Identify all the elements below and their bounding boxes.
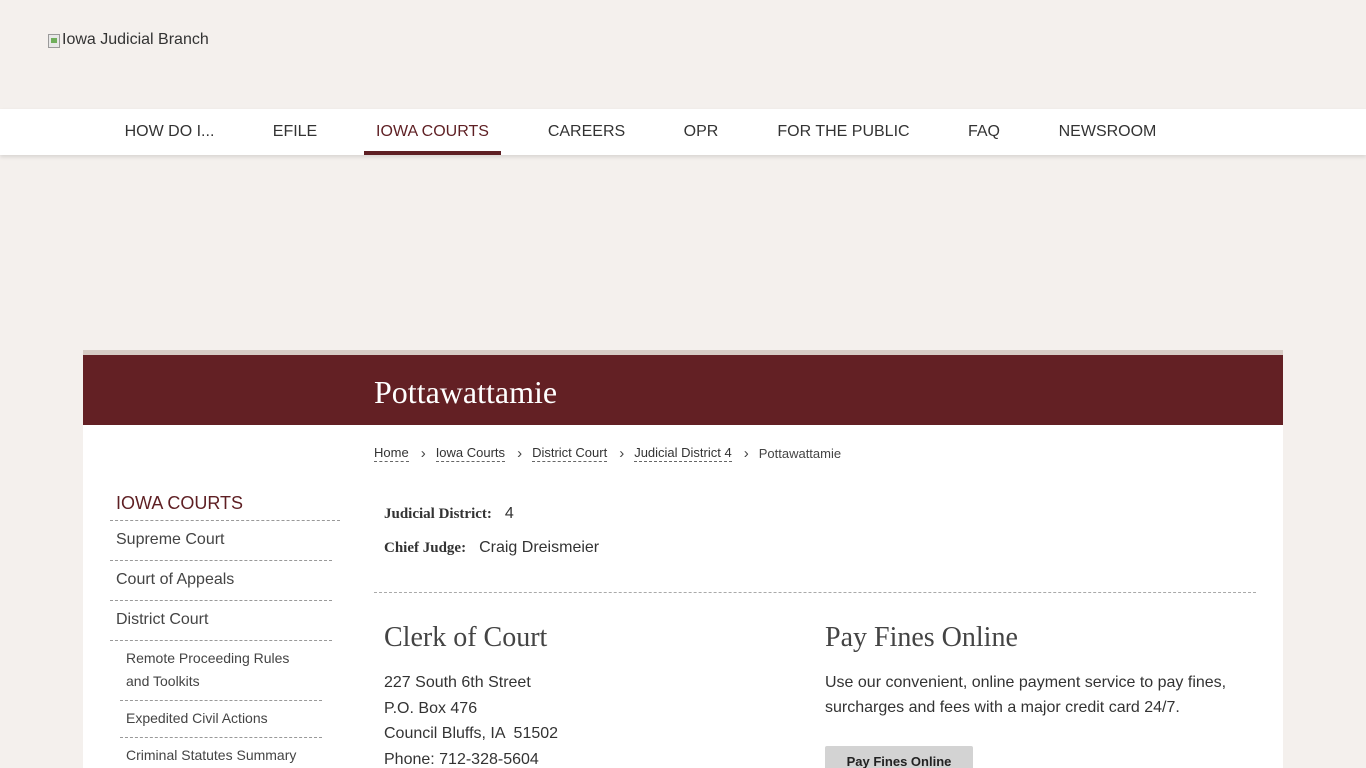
title-band: Pottawattamie — [83, 350, 1283, 425]
sidebar-item-supreme-court[interactable]: Supreme Court — [110, 521, 332, 561]
clerk-heading: Clerk of Court — [384, 622, 548, 653]
judicial-district-value: 4 — [504, 505, 514, 522]
chevron-right-icon: › — [517, 445, 523, 462]
nav-item-for-the-public[interactable]: FOR THE PUBLIC — [766, 109, 921, 155]
sidebar-subitem-expedited-civil[interactable]: Expedited Civil Actions — [120, 701, 322, 738]
judicial-district-row: Judicial District: 4 — [384, 505, 514, 523]
judicial-district-label: Judicial District: — [384, 506, 492, 522]
pay-fines-button[interactable]: Pay Fines Online — [825, 746, 973, 768]
chief-judge-value: Craig Dreismeier — [479, 539, 600, 556]
logo-alt-text: Iowa Judicial Branch — [62, 31, 209, 48]
page-title: Pottawattamie — [374, 374, 558, 410]
nav-item-newsroom[interactable]: NEWSROOM — [1047, 109, 1168, 155]
nav-item-opr[interactable]: OPR — [672, 109, 730, 155]
broken-image-icon — [48, 34, 60, 48]
nav-item-faq[interactable]: FAQ — [957, 109, 1011, 155]
site-logo[interactable]: Iowa Judicial Branch — [48, 31, 209, 49]
nav-item-iowa-courts[interactable]: IOWA COURTS — [364, 109, 501, 155]
nav-item-how-do-i[interactable]: HOW DO I... — [113, 109, 226, 155]
chevron-right-icon: › — [420, 445, 426, 462]
chevron-right-icon: › — [619, 445, 625, 462]
breadcrumb-district-court[interactable]: District Court — [532, 445, 608, 462]
address-line: 227 South 6th Street — [384, 674, 531, 691]
pay-fines-heading: Pay Fines Online — [825, 622, 1018, 653]
sidebar-heading[interactable]: IOWA COURTS — [110, 490, 340, 521]
sidebar-subitem-criminal-statutes[interactable]: Criminal Statutes Summary — [120, 738, 322, 768]
breadcrumb-home[interactable]: Home — [374, 445, 409, 462]
nav-item-careers[interactable]: CAREERS — [537, 109, 636, 155]
pay-fines-description: Use our convenient, online payment servi… — [825, 674, 1227, 716]
sidebar-item-district-court[interactable]: District Court — [110, 601, 332, 641]
breadcrumb: Home › Iowa Courts › District Court › Ju… — [374, 445, 841, 462]
sidebar: IOWA COURTS Supreme Court Court of Appea… — [110, 490, 340, 768]
content-card: Pottawattamie Home › Iowa Courts › Distr… — [83, 350, 1283, 768]
sidebar-item-court-of-appeals[interactable]: Court of Appeals — [110, 561, 332, 601]
clerk-address: 227 South 6th Street P.O. Box 476 Counci… — [384, 670, 558, 768]
main-nav: HOW DO I... EFILE IOWA COURTS CAREERS OP… — [0, 109, 1366, 155]
breadcrumb-current: Pottawattamie — [758, 446, 842, 461]
sidebar-subitem-remote-proceeding[interactable]: Remote Proceeding Rules and Toolkits — [120, 641, 322, 701]
breadcrumb-iowa-courts[interactable]: Iowa Courts — [435, 445, 506, 462]
chief-judge-row: Chief Judge: Craig Dreismeier — [384, 539, 599, 557]
nav-item-efile[interactable]: EFILE — [262, 109, 328, 155]
address-line: P.O. Box 476 — [384, 699, 478, 717]
chief-judge-label: Chief Judge: — [384, 540, 467, 556]
phone-line: Phone: 712-328-5604 — [384, 750, 539, 768]
address-line: Council Bluffs, IA 51502 — [384, 725, 559, 742]
chevron-right-icon: › — [743, 445, 749, 462]
section-divider — [374, 592, 1256, 593]
breadcrumb-judicial-district-4[interactable]: Judicial District 4 — [634, 445, 732, 462]
